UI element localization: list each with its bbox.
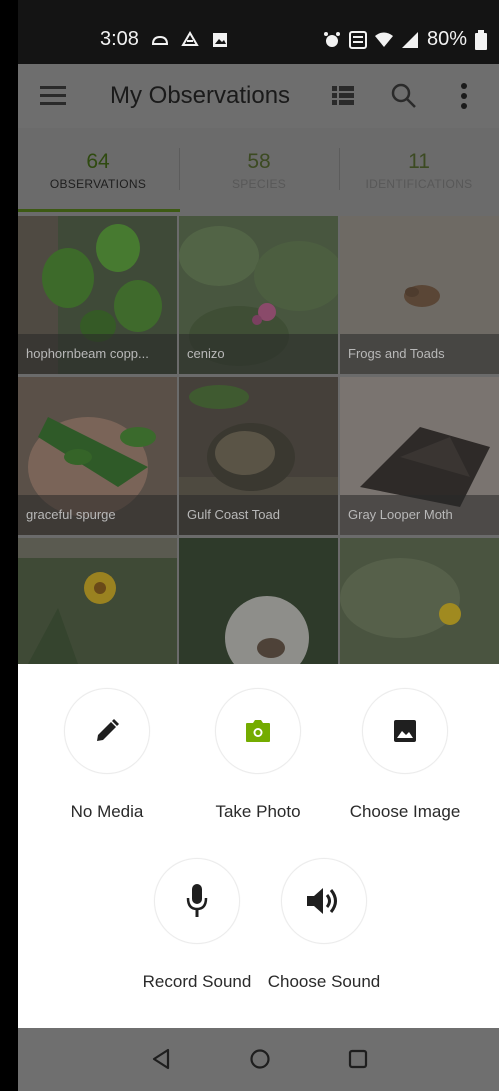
tab-observations[interactable]: 64 OBSERVATIONS [18, 128, 178, 212]
alarm-icon [323, 31, 340, 47]
observation-photo [18, 538, 177, 664]
battery-icon [475, 29, 487, 50]
home-icon[interactable] [245, 1044, 275, 1074]
identifications-label: IDENTIFICATIONS [365, 177, 473, 191]
observation-tile[interactable]: Gulf Coast Toad [179, 377, 338, 535]
menu-icon[interactable] [40, 86, 66, 106]
observation-grid: hophornbeam copp... cenizo Frogs and Toa… [18, 216, 499, 664]
observation-tile[interactable] [179, 538, 338, 664]
choose-image-circle[interactable] [362, 688, 448, 774]
volume-icon [307, 888, 337, 914]
status-time: 3:08 [100, 28, 139, 50]
new-observation-sheet: No Media Take Photo Choose Image Record … [18, 664, 499, 1028]
take-photo-button[interactable]: Take Photo [173, 688, 343, 822]
more-options-icon[interactable] [460, 82, 468, 110]
choose-sound-button[interactable]: Choose Sound [239, 858, 409, 992]
observation-caption: cenizo [179, 334, 338, 374]
cellular-signal-icon [401, 31, 418, 48]
species-label: SPECIES [231, 177, 287, 191]
choose-sound-circle[interactable] [281, 858, 367, 944]
pencil-icon [97, 719, 119, 741]
choose-image-button[interactable]: Choose Image [320, 688, 490, 822]
status-bar: 3:08 80% [18, 0, 499, 64]
observation-caption: Frogs and Toads [340, 334, 499, 374]
take-photo-circle[interactable] [215, 688, 301, 774]
observation-caption: graceful spurge [18, 495, 177, 535]
no-media-button[interactable]: No Media [22, 688, 192, 822]
observation-caption: Gray Looper Moth [340, 495, 499, 535]
observation-caption: hophornbeam copp... [18, 334, 177, 374]
observation-tile[interactable]: graceful spurge [18, 377, 177, 535]
observation-tile[interactable] [18, 538, 177, 664]
take-photo-label: Take Photo [215, 802, 301, 821]
record-sound-circle[interactable] [154, 858, 240, 944]
observations-count: 64 [86, 150, 110, 173]
observation-tile[interactable]: cenizo [179, 216, 338, 374]
camera-icon [246, 720, 270, 742]
observations-app: My Observations 64 OBSERVATIONS 58 SPECI… [18, 64, 499, 664]
observation-photo [340, 538, 499, 664]
volte-icon [348, 30, 367, 49]
back-icon[interactable] [146, 1044, 176, 1074]
observation-tile[interactable]: hophornbeam copp... [18, 216, 177, 374]
phone-screen: 3:08 80% My Observations 64 OBSERVATIONS… [18, 0, 499, 1091]
choose-image-label: Choose Image [349, 802, 461, 821]
status-right: 80% [323, 28, 487, 51]
system-navigation-bar [18, 1028, 499, 1091]
observation-caption: Gulf Coast Toad [179, 495, 338, 535]
no-media-circle[interactable] [64, 688, 150, 774]
observation-tile[interactable]: Frogs and Toads [340, 216, 499, 374]
tab-species[interactable]: 58 SPECIES [179, 128, 339, 212]
recents-icon[interactable] [343, 1044, 373, 1074]
status-left: 3:08 [100, 28, 229, 51]
tab-identifications[interactable]: 11 IDENTIFICATIONS [339, 128, 499, 212]
battery-percent: 80% [426, 28, 467, 50]
image-icon [394, 720, 416, 742]
identifications-count: 11 [408, 150, 430, 173]
wifi-icon [374, 32, 393, 47]
observation-tile[interactable] [340, 538, 499, 664]
list-view-icon[interactable] [332, 86, 354, 106]
observation-photo [179, 538, 338, 664]
cloud-icon [151, 35, 168, 45]
search-icon[interactable] [390, 82, 418, 110]
observation-tile[interactable]: Gray Looper Moth [340, 377, 499, 535]
stats-tabs: 64 OBSERVATIONS 58 SPECIES 11 IDENTIFICA… [18, 128, 499, 212]
app-toolbar: My Observations [18, 64, 499, 128]
microphone-icon [186, 884, 208, 917]
page-title: My Observations [110, 82, 291, 109]
choose-sound-label: Choose Sound [267, 972, 381, 991]
gallery-notification-icon [212, 32, 227, 47]
species-count: 58 [247, 150, 271, 173]
observations-label: OBSERVATIONS [49, 177, 147, 191]
no-media-label: No Media [70, 802, 144, 821]
active-tab-indicator [18, 209, 180, 212]
drive-icon [181, 30, 199, 46]
